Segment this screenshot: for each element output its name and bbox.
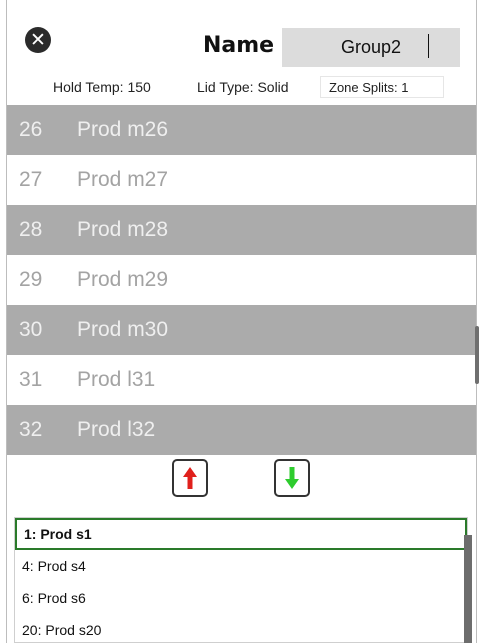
group-name-input[interactable] <box>282 28 460 67</box>
product-name: Prod m28 <box>77 218 169 241</box>
group-list-scrollbar[interactable] <box>464 535 472 643</box>
hold-temp-text: Hold Temp: 150 <box>53 79 151 95</box>
product-number: 32 <box>19 418 43 441</box>
group-list-item[interactable]: 4: Prod s4 <box>15 550 467 582</box>
product-name: Prod l31 <box>77 368 156 391</box>
product-name: Prod m29 <box>77 268 169 291</box>
product-number: 27 <box>19 168 43 191</box>
product-row[interactable]: 32 Prod l32 <box>7 405 476 455</box>
group-product-list: 1: Prod s1 4: Prod s4 6: Prod s6 20: Pro… <box>14 517 468 643</box>
name-label: Name <box>203 33 275 58</box>
product-list: 26 Prod m26 27 Prod m27 28 Prod m28 29 P… <box>7 105 476 455</box>
product-row[interactable]: 29 Prod m29 <box>7 255 476 305</box>
product-row[interactable]: 27 Prod m27 <box>7 155 476 205</box>
arrow-up-icon <box>183 467 197 489</box>
group-list-item[interactable]: 20: Prod s20 <box>15 614 467 642</box>
product-number: 26 <box>19 118 43 141</box>
product-row[interactable]: 28 Prod m28 <box>7 205 476 255</box>
group-list-item[interactable]: 6: Prod s6 <box>15 582 467 614</box>
zone-splits-field[interactable]: Zone Splits: 1 <box>320 76 444 98</box>
text-caret <box>428 34 429 58</box>
product-name: Prod m27 <box>77 168 169 191</box>
move-down-button[interactable] <box>274 459 310 497</box>
product-number: 29 <box>19 268 43 291</box>
arrow-down-icon <box>285 467 299 489</box>
product-number: 31 <box>19 368 43 391</box>
product-number: 28 <box>19 218 43 241</box>
product-row[interactable]: 26 Prod m26 <box>7 105 476 155</box>
product-number: 30 <box>19 318 43 341</box>
frame-right-border <box>476 0 477 643</box>
product-list-scrollbar[interactable] <box>475 326 479 384</box>
close-icon[interactable]: ✕ <box>25 27 51 53</box>
product-name: Prod m26 <box>77 118 169 141</box>
product-name: Prod m30 <box>77 318 169 341</box>
product-row[interactable]: 30 Prod m30 <box>7 305 476 355</box>
product-name: Prod l32 <box>77 418 156 441</box>
lid-type-text: Lid Type: Solid <box>197 79 289 95</box>
move-up-button[interactable] <box>172 459 208 497</box>
product-row[interactable]: 31 Prod l31 <box>7 355 476 405</box>
group-list-item[interactable]: 1: Prod s1 <box>15 518 467 550</box>
